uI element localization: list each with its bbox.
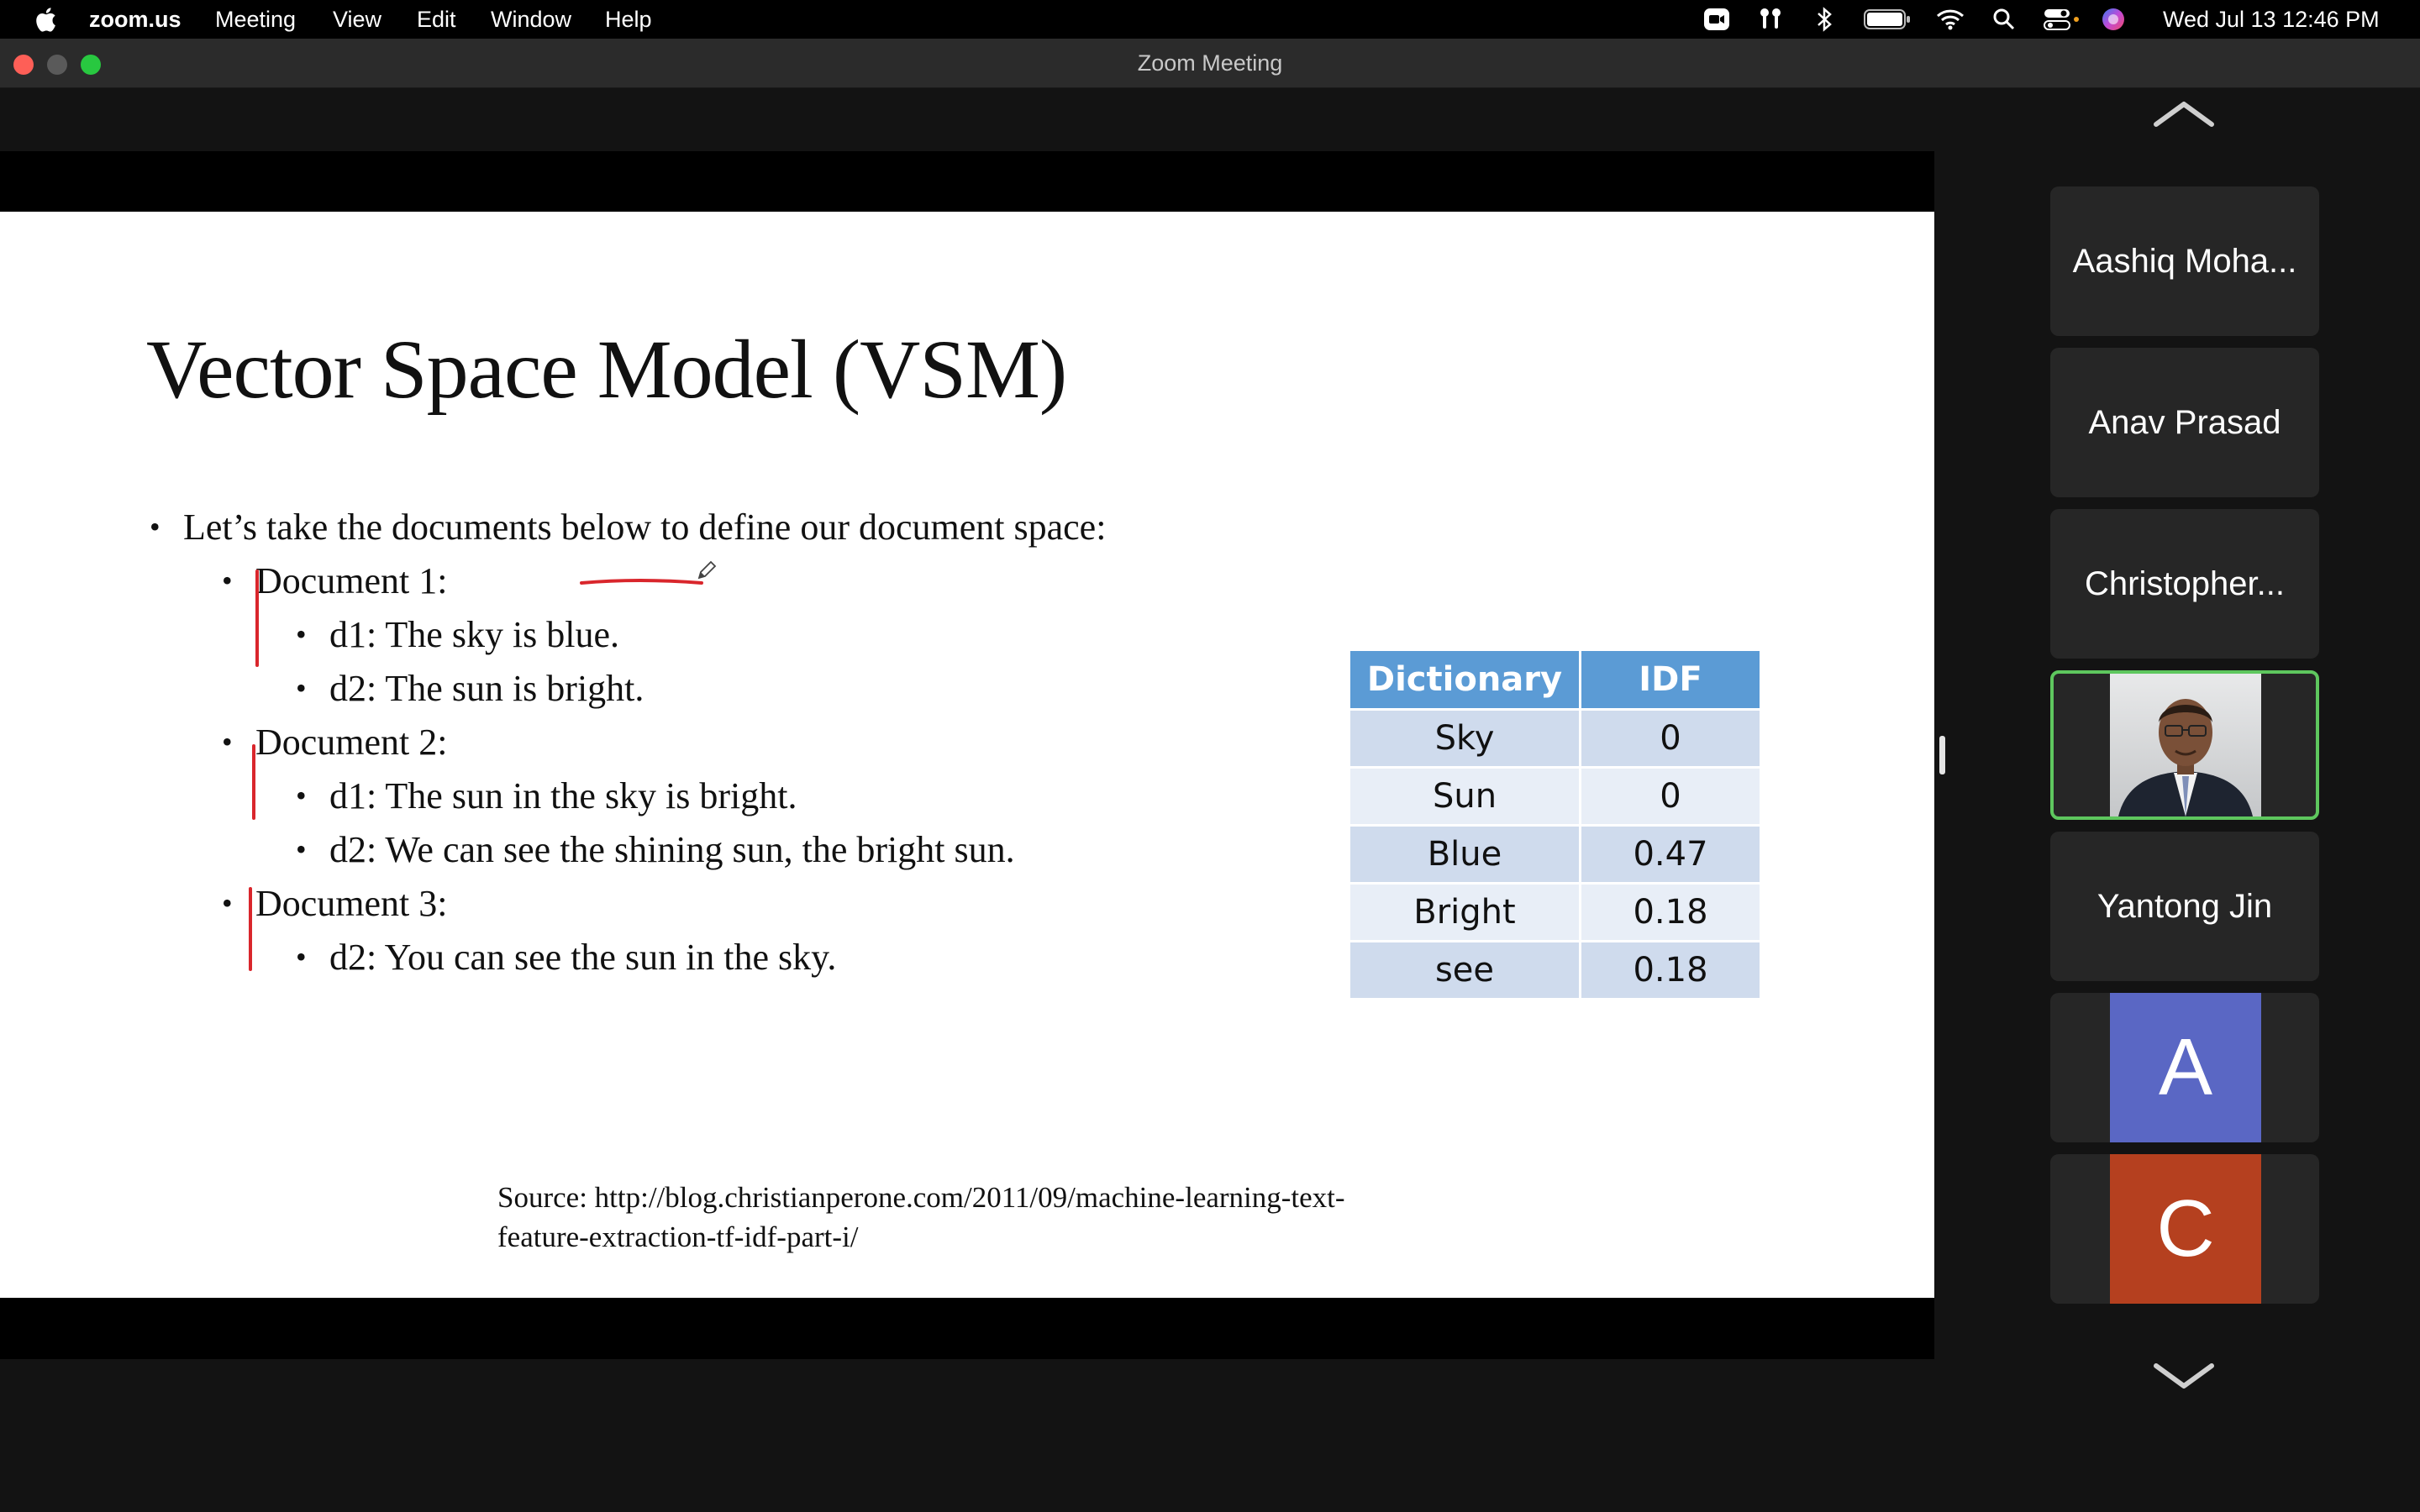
column-header-idf: IDF bbox=[1579, 648, 1762, 711]
bullet-doc1-d2: • d2: The sun is bright. bbox=[296, 667, 644, 710]
participant-name: Aashiq Moha... bbox=[2072, 243, 2297, 280]
bullet-doc1-d1: • d1: The sky is blue. bbox=[296, 613, 620, 656]
table-cell-idf: 0.18 bbox=[1579, 940, 1762, 1000]
table-header-row: Dictionary IDF bbox=[1348, 648, 1762, 711]
bluetooth-icon[interactable] bbox=[1810, 5, 1839, 34]
bullet-dot-icon: • bbox=[296, 940, 307, 974]
bullet-doc3: • Document 3: bbox=[222, 882, 448, 925]
table-row: Sun 0 bbox=[1348, 766, 1762, 827]
annotation-bar-doc3 bbox=[249, 887, 252, 971]
participant-avatar: C bbox=[2110, 1154, 2261, 1304]
menu-meeting[interactable]: Meeting bbox=[215, 0, 296, 39]
idf-table: Dictionary IDF Sky 0 Sun 0 Blue 0.47 Bright… bbox=[1348, 648, 1762, 1000]
wifi-icon[interactable] bbox=[1936, 5, 1965, 34]
table-cell-term: see bbox=[1348, 940, 1581, 1000]
bullet-dot-icon: • bbox=[296, 671, 307, 705]
source-line-2: feature-extraction-tf-idf-part-i/ bbox=[497, 1221, 859, 1253]
menu-app-name[interactable]: zoom.us bbox=[89, 0, 182, 39]
window-title: Zoom Meeting bbox=[1137, 50, 1283, 76]
menu-bar: zoom.us Meeting View Edit Window Help We… bbox=[0, 0, 2420, 39]
bullet-intro-text: Let’s take the documents below to define… bbox=[183, 507, 1107, 548]
annotation-bar-doc1 bbox=[255, 570, 259, 667]
control-center-icon[interactable] bbox=[2044, 5, 2081, 34]
bullet-doc1: • Document 1: bbox=[222, 559, 448, 602]
bullet-dot-icon: • bbox=[222, 725, 233, 759]
spotlight-search-icon[interactable] bbox=[1990, 5, 2018, 34]
doc1-d1-text: d1: The sky is blue. bbox=[329, 614, 620, 655]
table-cell-term: Sky bbox=[1348, 708, 1581, 769]
bullet-dot-icon: • bbox=[150, 510, 160, 543]
participant-tile[interactable]: Yantong Jin bbox=[2050, 832, 2319, 981]
table-row: Sky 0 bbox=[1348, 708, 1762, 769]
chevron-down-icon[interactable] bbox=[2153, 1362, 2215, 1391]
doc2-label: Document 2: bbox=[255, 722, 448, 763]
table-cell-idf: 0.18 bbox=[1579, 882, 1762, 942]
table-row: Bright 0.18 bbox=[1348, 882, 1762, 942]
participant-name: Yantong Jin bbox=[2096, 888, 2273, 925]
table-cell-idf: 0 bbox=[1579, 708, 1762, 769]
column-header-dictionary: Dictionary bbox=[1348, 648, 1581, 711]
menu-clock[interactable]: Wed Jul 13 12:46 PM bbox=[2163, 0, 2380, 39]
doc3-d2-text: d2: You can see the sun in the sky. bbox=[329, 937, 837, 978]
apple-icon[interactable] bbox=[32, 5, 57, 34]
doc1-label: Document 1: bbox=[255, 560, 448, 601]
menu-window[interactable]: Window bbox=[491, 0, 571, 39]
participant-tile-active-speaker[interactable] bbox=[2050, 670, 2319, 820]
bullet-dot-icon: • bbox=[296, 779, 307, 812]
bullet-intro: • Let’s take the documents below to defin… bbox=[150, 506, 1107, 549]
bullet-dot-icon: • bbox=[296, 617, 307, 651]
bullet-dot-icon: • bbox=[222, 564, 233, 597]
doc2-d1-text: d1: The sun in the sky is bright. bbox=[329, 775, 797, 816]
bullet-dot-icon: • bbox=[296, 832, 307, 866]
bullet-doc3-d2: • d2: You can see the sun in the sky. bbox=[296, 936, 837, 979]
participant-avatar: A bbox=[2110, 993, 2261, 1142]
participant-tile[interactable]: Christopher... bbox=[2050, 509, 2319, 659]
participant-tile[interactable]: C bbox=[2050, 1154, 2319, 1304]
battery-icon[interactable] bbox=[1864, 5, 1911, 34]
zoom-status-icon[interactable] bbox=[1702, 5, 1731, 34]
bullet-dot-icon: • bbox=[222, 886, 233, 920]
menu-help[interactable]: Help bbox=[605, 0, 652, 39]
participant-tile[interactable]: Aashiq Moha... bbox=[2050, 186, 2319, 336]
table-cell-term: Sun bbox=[1348, 766, 1581, 827]
pencil-cursor-icon bbox=[697, 560, 717, 580]
bullet-doc2: • Document 2: bbox=[222, 721, 448, 764]
siri-icon[interactable] bbox=[2099, 5, 2128, 34]
chevron-up-icon[interactable] bbox=[2153, 99, 2215, 128]
slide-title: Vector Space Model (VSM) bbox=[146, 323, 1067, 416]
window-title-bar: Zoom Meeting bbox=[0, 39, 2420, 88]
participant-name: Anav Prasad bbox=[2088, 404, 2281, 441]
presentation-slide: Vector Space Model (VSM) • Let’s take the… bbox=[0, 212, 1934, 1298]
participant-tile[interactable]: Anav Prasad bbox=[2050, 348, 2319, 497]
airpods-icon[interactable] bbox=[1756, 5, 1785, 34]
source-line-1: Source: http://blog.christianperone.com/… bbox=[497, 1181, 1345, 1214]
status-icons bbox=[1702, 0, 2128, 39]
table-cell-term: Bright bbox=[1348, 882, 1581, 942]
panel-resize-handle[interactable] bbox=[1939, 736, 1945, 774]
table-row: see 0.18 bbox=[1348, 940, 1762, 1000]
participant-tile[interactable]: A bbox=[2050, 993, 2319, 1142]
table-row: Blue 0.47 bbox=[1348, 824, 1762, 885]
annotation-bar-doc2 bbox=[252, 744, 255, 820]
doc3-label: Document 3: bbox=[255, 883, 448, 924]
bullet-doc2-d1: • d1: The sun in the sky is bright. bbox=[296, 774, 797, 817]
doc1-d2-text: d2: The sun is bright. bbox=[329, 668, 644, 709]
menu-view[interactable]: View bbox=[333, 0, 381, 39]
doc2-d2-text: d2: We can see the shining sun, the brig… bbox=[329, 829, 1015, 870]
table-cell-idf: 0.47 bbox=[1579, 824, 1762, 885]
slide-source: Source: http://blog.christianperone.com/… bbox=[497, 1178, 1506, 1257]
table-cell-term: Blue bbox=[1348, 824, 1581, 885]
table-cell-idf: 0 bbox=[1579, 766, 1762, 827]
participant-name: Christopher... bbox=[2085, 565, 2285, 602]
menu-edit[interactable]: Edit bbox=[417, 0, 456, 39]
bullet-doc2-d2: • d2: We can see the shining sun, the bri… bbox=[296, 828, 1015, 871]
participant-video bbox=[2110, 674, 2261, 816]
